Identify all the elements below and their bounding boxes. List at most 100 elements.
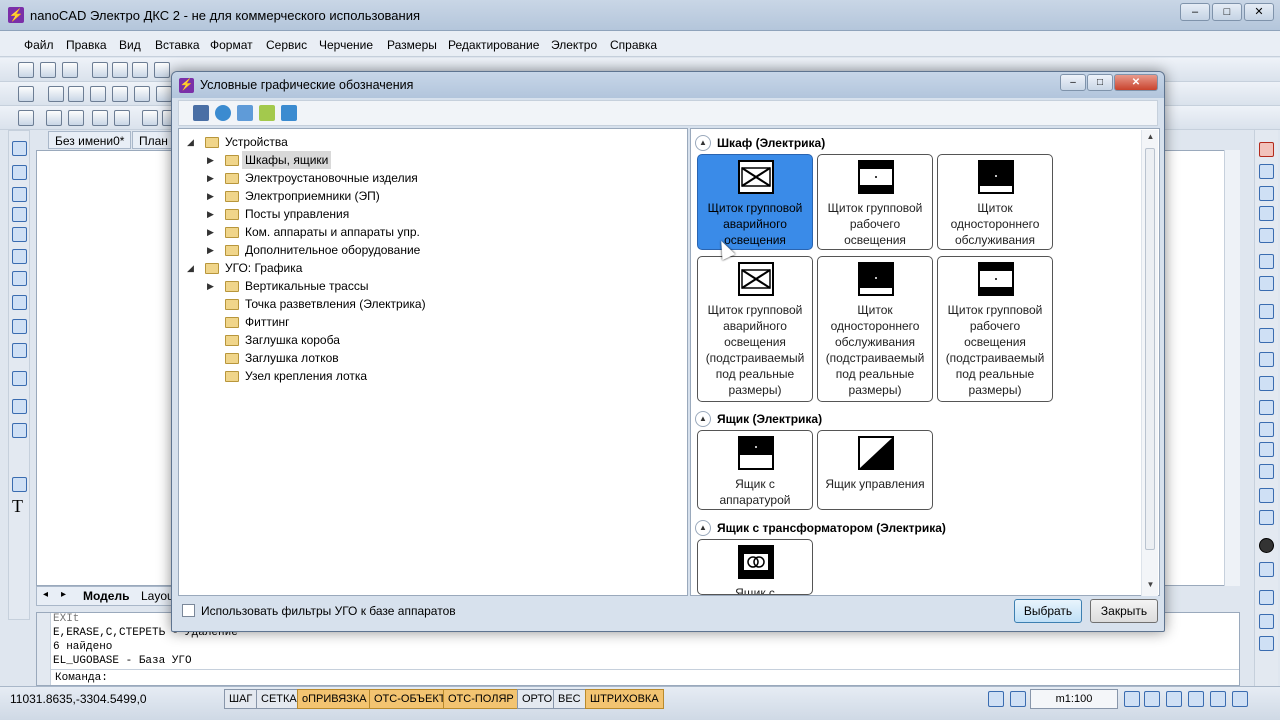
- status-lweight-button[interactable]: ВЕС: [553, 689, 586, 709]
- tab-layout[interactable]: Layou: [141, 589, 174, 603]
- collapsed-arrow-icon[interactable]: ▶: [207, 151, 219, 169]
- collapse-chevron-icon[interactable]: ▲: [695, 411, 711, 427]
- annotation-scale[interactable]: m1:100: [1030, 689, 1118, 709]
- group-header[interactable]: ▲ Шкаф (Электрика): [695, 133, 1095, 153]
- tree-item[interactable]: Узел крепления лотка: [207, 367, 679, 385]
- update-icon[interactable]: [237, 105, 253, 121]
- zoom-icon[interactable]: [1144, 691, 1160, 707]
- rotate-icon[interactable]: [1259, 276, 1274, 291]
- open-file-icon[interactable]: [40, 62, 56, 78]
- publish-icon[interactable]: [132, 62, 148, 78]
- block-icon[interactable]: [68, 110, 84, 126]
- fillet2-icon[interactable]: [1259, 488, 1274, 503]
- tree-item[interactable]: ▶ Посты управления: [207, 205, 679, 223]
- arc-icon[interactable]: [12, 249, 27, 264]
- menu-help[interactable]: Справка: [610, 38, 657, 52]
- symbol-card[interactable]: Ящик с аппаратурой: [697, 430, 813, 510]
- erase-icon[interactable]: [1259, 142, 1274, 157]
- save-icon[interactable]: [62, 62, 78, 78]
- collapsed-arrow-icon[interactable]: ▶: [207, 241, 219, 259]
- fillet-icon[interactable]: [1259, 464, 1274, 479]
- grid-icon[interactable]: [112, 86, 128, 102]
- join-icon[interactable]: [1259, 422, 1274, 437]
- tab-unnamed-doc[interactable]: Без имени0*: [48, 131, 132, 149]
- chamfer-icon[interactable]: [1259, 442, 1274, 457]
- symbol-card[interactable]: Щиток групповой аварийного освещения: [697, 154, 813, 250]
- sync-icon[interactable]: [215, 105, 231, 121]
- close-dialog-button[interactable]: Закрыть: [1090, 599, 1158, 623]
- menu-modify[interactable]: Редактирование: [448, 38, 539, 52]
- cloud-icon[interactable]: [12, 295, 27, 310]
- zoom-window-icon[interactable]: [1166, 691, 1182, 707]
- grid-scrollbar[interactable]: ▲ ▼: [1141, 130, 1158, 596]
- status-polar-button[interactable]: ОТС-ПОЛЯР: [443, 689, 519, 709]
- copy-icon[interactable]: [142, 110, 158, 126]
- trim-icon[interactable]: [1259, 352, 1274, 367]
- preview-icon[interactable]: [112, 62, 128, 78]
- expanded-arrow-icon[interactable]: ◢: [187, 133, 199, 151]
- print-icon[interactable]: [92, 62, 108, 78]
- collapse-chevron-icon[interactable]: ▲: [695, 520, 711, 536]
- tree-item[interactable]: Заглушка лотков: [207, 349, 679, 367]
- status-ortho-button[interactable]: ОРТО: [517, 689, 558, 709]
- symbol-card[interactable]: Щиток одностороннего обслуживания (подст…: [817, 256, 933, 402]
- symbol-card[interactable]: Щиток одностороннего обслуживания: [937, 154, 1053, 250]
- line-icon[interactable]: [12, 141, 27, 156]
- array-icon[interactable]: [1259, 228, 1274, 243]
- command-side-handle[interactable]: [37, 613, 51, 685]
- rectangle-icon[interactable]: [12, 227, 27, 242]
- group-header[interactable]: ▲ Ящик с трансформатором (Электрика): [695, 518, 1095, 538]
- tree-item[interactable]: ◢ Устройства: [187, 133, 679, 151]
- region-icon[interactable]: [12, 423, 27, 438]
- text-icon[interactable]: T: [12, 497, 27, 515]
- scroll-up-icon[interactable]: ▲: [1145, 132, 1156, 141]
- edit-icon[interactable]: [259, 105, 275, 121]
- layer-icon[interactable]: [18, 86, 34, 102]
- status-snap-button[interactable]: ШАГ: [224, 689, 258, 709]
- tree-item[interactable]: ◢ УГО: Графика: [187, 259, 679, 277]
- dialog-maximize-button[interactable]: □: [1087, 74, 1113, 91]
- tree-item[interactable]: ▶ Шкафы, ящики: [207, 151, 679, 169]
- no-icon[interactable]: [90, 86, 106, 102]
- scrollbar-thumb[interactable]: [1145, 148, 1155, 550]
- tree-item[interactable]: ▶ Электроприемники (ЭП): [207, 187, 679, 205]
- collapsed-arrow-icon[interactable]: ▶: [207, 205, 219, 223]
- table-draw-icon[interactable]: [12, 477, 27, 492]
- snap-icon[interactable]: [48, 86, 64, 102]
- filter-checkbox[interactable]: [182, 604, 195, 617]
- symbol-card[interactable]: Щиток групповой аварийного освещения (по…: [697, 256, 813, 402]
- menu-service[interactable]: Сервис: [266, 38, 307, 52]
- table-icon[interactable]: [46, 110, 62, 126]
- ellipse-icon[interactable]: [12, 319, 27, 334]
- tab-prev-icon[interactable]: ◂: [43, 589, 48, 600]
- fullscreen-icon[interactable]: [1232, 691, 1248, 707]
- collapsed-arrow-icon[interactable]: ▶: [207, 277, 219, 295]
- dialog-title-bar[interactable]: ⚡ Условные графические обозначения – □ ✕: [172, 72, 1164, 98]
- spline-icon[interactable]: [12, 187, 27, 202]
- database-icon[interactable]: [193, 105, 209, 121]
- tree-item[interactable]: ▶ Электроустановочные изделия: [207, 169, 679, 187]
- tree-item[interactable]: ▶ Вертикальные трассы: [207, 277, 679, 295]
- drawing-scrollbar[interactable]: [1224, 150, 1240, 586]
- regen-icon[interactable]: [1210, 691, 1226, 707]
- tree-item[interactable]: Заглушка короба: [207, 331, 679, 349]
- align-icon[interactable]: [156, 86, 172, 102]
- edit-pline-icon[interactable]: [1259, 562, 1274, 577]
- group-icon[interactable]: [1259, 614, 1274, 629]
- mirror-icon[interactable]: [1259, 186, 1274, 201]
- insert-icon[interactable]: [12, 371, 27, 386]
- tree-item[interactable]: ▶ Дополнительное оборудование: [207, 241, 679, 259]
- symbol-card[interactable]: Ящик управления: [817, 430, 933, 510]
- offset-icon[interactable]: [1259, 206, 1274, 221]
- minimize-button[interactable]: –: [1180, 3, 1210, 21]
- break-icon[interactable]: [1259, 400, 1274, 415]
- close-button[interactable]: ✕: [1244, 3, 1274, 21]
- menu-view[interactable]: Вид: [119, 38, 141, 52]
- dialog-minimize-button[interactable]: –: [1060, 74, 1086, 91]
- expanded-arrow-icon[interactable]: ◢: [187, 259, 199, 277]
- dialog-close-button[interactable]: ✕: [1114, 74, 1158, 91]
- collapsed-arrow-icon[interactable]: ▶: [207, 223, 219, 241]
- maximize-button[interactable]: □: [1212, 3, 1242, 21]
- group-header[interactable]: ▲ Ящик (Электрика): [695, 409, 1095, 429]
- sort-down-icon[interactable]: [281, 105, 297, 121]
